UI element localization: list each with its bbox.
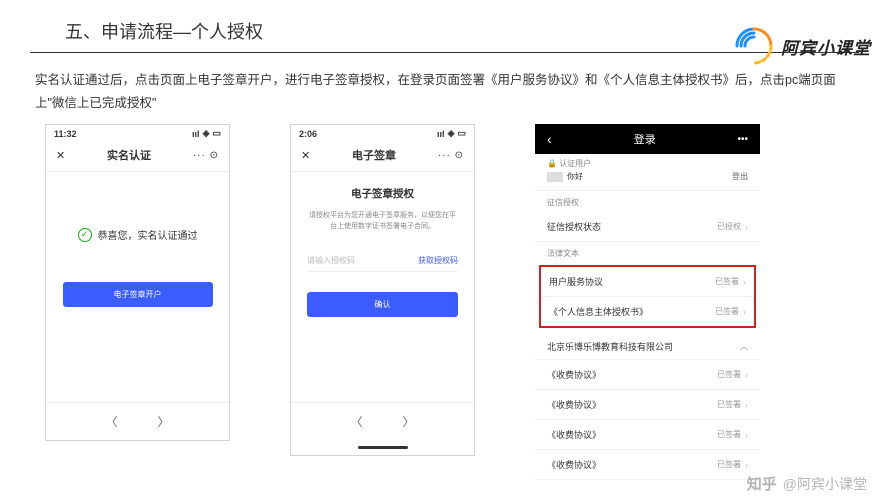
watermark: 知乎 @阿宾小课堂 (747, 473, 867, 494)
more-icon[interactable]: ••• (737, 134, 748, 145)
get-code-link[interactable]: 获取授权码 (418, 255, 458, 266)
row-label: 用户服务协议 (549, 275, 603, 288)
more-icon[interactable]: ··· ⊙ (438, 150, 464, 161)
chevron-right-icon: › (745, 460, 748, 470)
next-icon[interactable]: 〉 (158, 413, 170, 430)
status-bar: 11:32 ııl ◈ ▭ (46, 125, 229, 142)
nav-title: 实名认证 (107, 147, 151, 163)
success-text: 恭喜您，实名认证通过 (98, 227, 198, 242)
list-item[interactable]: 《收费协议》 已签署 › (535, 360, 760, 390)
logo-text: 阿宾小课堂 (781, 34, 871, 59)
row-status: 已签署 (717, 429, 741, 440)
list-item[interactable]: 《收费协议》 已签署 › (535, 390, 760, 420)
avatar (547, 172, 563, 182)
company-name: 北京乐博乐博教育科技有限公司 (547, 340, 673, 353)
list-item[interactable]: 《收费协议》 已签署 › (535, 420, 760, 450)
next-icon[interactable]: 〉 (403, 413, 415, 430)
phone-screenshot-2: 2:06 ııl ◈ ▭ ✕ 电子签章 ··· ⊙ 电子签章授权 请授权平台为您… (290, 124, 475, 456)
chevron-right-icon: › (745, 370, 748, 380)
status-icons: ııl ◈ ▭ (192, 128, 221, 139)
success-message: ✓ 恭喜您，实名认证通过 (78, 227, 198, 242)
list-item[interactable]: 《个人信息主体授权书》 已签署 › (541, 297, 754, 326)
status-bar: 2:06 ııl ◈ ▭ (291, 125, 474, 142)
company-group[interactable]: 北京乐博乐博教育科技有限公司 ︿ (535, 330, 760, 360)
highlighted-agreements: 用户服务协议 已签署 › 《个人信息主体授权书》 已签署 › (539, 265, 756, 328)
home-indicator (358, 446, 408, 449)
row-label: 《收费协议》 (547, 398, 601, 411)
row-label: 《收费协议》 (547, 368, 601, 381)
phone-screenshots-row: 11:32 ııl ◈ ▭ ✕ 实名认证 ··· ⊙ ✓ 恭喜您，实名认证通过 … (0, 124, 889, 480)
wifi-icon: ◈ (448, 128, 455, 139)
status-time: 2:06 (299, 129, 317, 139)
confirm-button[interactable]: 确认 (307, 292, 458, 317)
close-icon[interactable]: ✕ (301, 149, 310, 162)
chevron-right-icon: › (745, 222, 748, 232)
nav-bar: ✕ 电子签章 ··· ⊙ (291, 142, 474, 172)
close-icon[interactable]: ✕ (56, 149, 65, 162)
list-item[interactable]: 用户服务协议 已签署 › (541, 267, 754, 297)
law-text-section: 法律文本 (535, 242, 760, 263)
row-status: 已签署 (715, 306, 739, 317)
esign-auth-title: 电子签章授权 (307, 186, 458, 201)
more-icon[interactable]: ··· ⊙ (193, 150, 219, 161)
row-label: 《个人信息主体授权书》 (549, 305, 648, 318)
user-greeting-row: 🔒 认证用户 你好 登出 (535, 154, 760, 191)
chevron-right-icon: › (745, 430, 748, 440)
row-label: 征信授权状态 (547, 220, 601, 233)
credit-auth-section: 征信授权 (535, 191, 760, 212)
battery-icon: ▭ (212, 128, 221, 139)
chevron-right-icon: › (743, 307, 746, 317)
nav-title: 电子签章 (352, 147, 396, 163)
row-status: 已签署 (717, 369, 741, 380)
user-section-label: 🔒 认证用户 (547, 158, 591, 169)
phone-screenshot-3: ‹ 登录 ••• 🔒 认证用户 你好 登出 征信授权 征信授权状态 已授权 › 法… (535, 124, 760, 480)
chevron-right-icon: › (743, 277, 746, 287)
check-circle-icon: ✓ (78, 228, 92, 242)
row-label: 《收费协议》 (547, 458, 601, 471)
pager: 〈 〉 (291, 402, 474, 440)
row-status: 已签署 (715, 276, 739, 287)
nav-bar: ✕ 实名认证 ··· ⊙ (46, 142, 229, 172)
back-icon[interactable]: ‹ (547, 131, 552, 147)
pager: 〈 〉 (46, 402, 229, 440)
auth-code-input[interactable]: 请输入授权码 (307, 255, 355, 266)
phone2-body: 电子签章授权 请授权平台为您开通电子签章服务，以便您在平台上使用数字证书签署电子… (291, 172, 474, 402)
prev-icon[interactable]: 〈 (350, 413, 362, 430)
chevron-right-icon: › (745, 400, 748, 410)
nav-title: 登录 (634, 131, 656, 147)
signal-icon: ııl (192, 129, 200, 139)
phone-screenshot-1: 11:32 ııl ◈ ▭ ✕ 实名认证 ··· ⊙ ✓ 恭喜您，实名认证通过 … (45, 124, 230, 441)
battery-icon: ▭ (457, 128, 466, 139)
esign-auth-desc: 请授权平台为您开通电子签章服务，以便您在平台上使用数字证书签署电子合同。 (307, 211, 458, 232)
signal-icon: ııl (437, 129, 445, 139)
row-status: 已授权 (717, 221, 741, 232)
logout-link[interactable]: 登出 (732, 171, 748, 182)
nav-bar: ‹ 登录 ••• (535, 124, 760, 154)
logo-arc-icon (733, 25, 775, 67)
phone1-body: ✓ 恭喜您，实名认证通过 电子签章开户 (46, 172, 229, 402)
wifi-icon: ◈ (203, 128, 210, 139)
auth-code-row: 请输入授权码 获取授权码 (307, 250, 458, 272)
list-item[interactable]: 征信授权状态 已授权 › (535, 212, 760, 242)
zhihu-logo-icon: 知乎 (747, 473, 777, 494)
row-status: 已签署 (717, 399, 741, 410)
status-time: 11:32 (54, 129, 77, 139)
prev-icon[interactable]: 〈 (105, 413, 117, 430)
chevron-up-icon: ︿ (740, 341, 748, 352)
greeting-text: 你好 (567, 171, 583, 182)
watermark-handle: @阿宾小课堂 (783, 474, 867, 494)
brand-logo: 阿宾小课堂 (733, 25, 871, 67)
row-label: 《收费协议》 (547, 428, 601, 441)
status-icons: ııl ◈ ▭ (437, 128, 466, 139)
open-esign-button[interactable]: 电子签章开户 (63, 282, 213, 307)
list-item[interactable]: 《收费协议》 已签署 › (535, 450, 760, 480)
row-status: 已签署 (717, 459, 741, 470)
